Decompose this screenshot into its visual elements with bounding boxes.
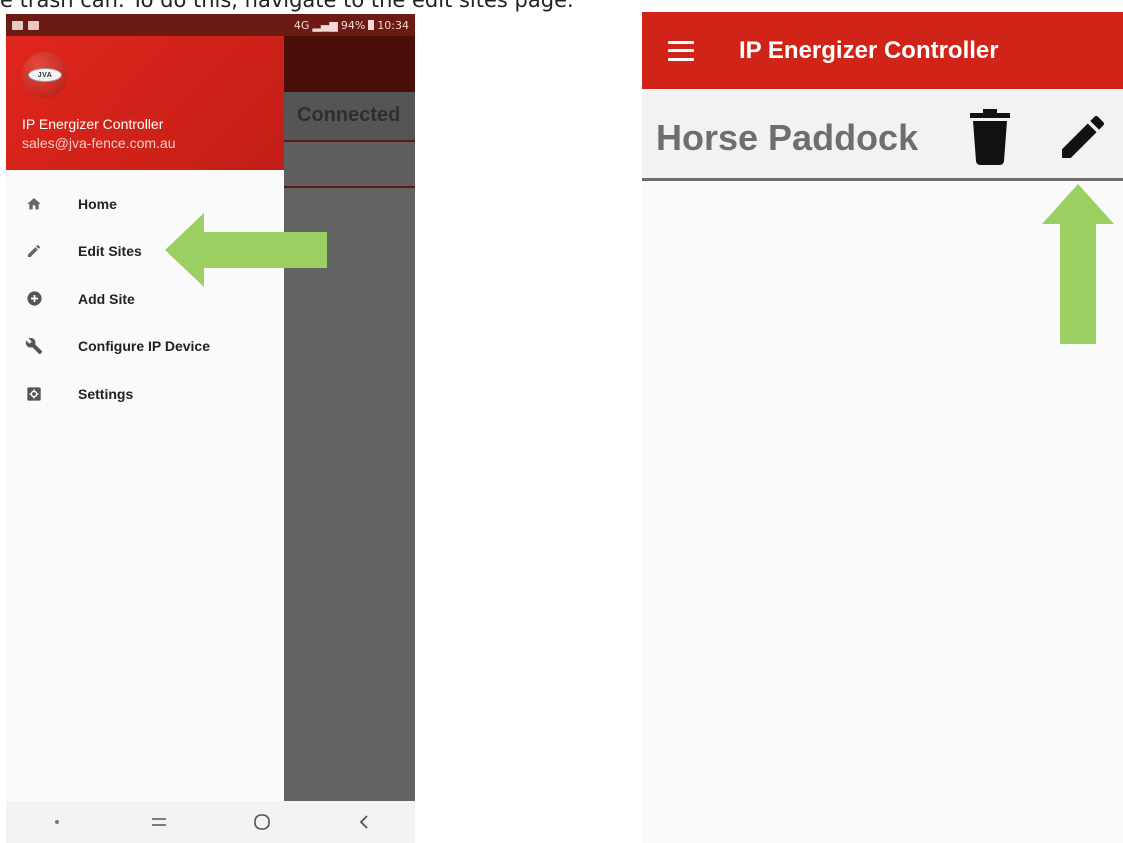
site-list-item[interactable]: Horse Paddock xyxy=(642,89,1123,181)
connected-label: Connected xyxy=(297,104,401,126)
image-notification-icon xyxy=(28,20,39,30)
jva-logo-mark: JVA xyxy=(28,68,62,82)
menu-item-label: Configure IP Device xyxy=(78,338,211,355)
edit-site-button[interactable] xyxy=(1053,109,1113,165)
pencil-icon xyxy=(1062,115,1105,158)
android-nav-bar xyxy=(6,801,415,843)
home-icon xyxy=(24,194,44,214)
delete-site-button[interactable] xyxy=(967,109,1013,165)
site-name: Horse Paddock xyxy=(656,117,919,158)
signal-label: 4G xyxy=(293,18,310,32)
menu-item-settings[interactable]: Settings xyxy=(6,370,284,418)
app-toolbar: IP Energizer Controller xyxy=(642,12,1123,89)
green-arrow-pointing-left xyxy=(165,213,327,287)
trash-icon xyxy=(970,109,1010,165)
clock: 10:34 xyxy=(377,18,409,32)
wrench-icon xyxy=(24,336,44,356)
left-phone-screenshot: 4G ▂▄▆ 94% 10:34 Connected JVA IP Energi… xyxy=(6,14,415,843)
background-status-row: Connected xyxy=(284,92,415,142)
menu-item-configure-ip-device[interactable]: Configure IP Device xyxy=(6,323,284,371)
drawer-header: JVA IP Energizer Controller sales@jva-fe… xyxy=(6,36,284,170)
nav-home-button[interactable] xyxy=(232,801,292,843)
menu-item-label: Add Site xyxy=(78,290,135,307)
pencil-icon xyxy=(24,241,44,261)
status-bar: 4G ▂▄▆ 94% 10:34 xyxy=(6,14,415,36)
toolbar-title: IP Energizer Controller xyxy=(739,36,999,64)
battery-icon xyxy=(368,20,375,30)
gallery-notification-icon xyxy=(12,20,23,30)
jva-logo: JVA xyxy=(22,52,68,98)
menu-item-label: Settings xyxy=(78,385,134,402)
settings-icon xyxy=(24,384,44,404)
background-list-row xyxy=(284,142,415,188)
menu-item-label: Edit Sites xyxy=(78,243,142,260)
plus-circle-icon xyxy=(24,289,44,309)
drawer-app-name: IP Energizer Controller xyxy=(22,116,164,132)
nav-recents-button[interactable] xyxy=(129,801,189,843)
signal-icon: ▂▄▆ xyxy=(312,18,338,32)
right-phone-screenshot: IP Energizer Controller Horse Paddock xyxy=(642,12,1123,843)
nav-back-button[interactable] xyxy=(334,801,394,843)
battery-percent: 94% xyxy=(340,18,366,32)
nav-dot-button[interactable] xyxy=(27,801,87,843)
background-toolbar xyxy=(284,36,415,92)
green-arrow-pointing-up xyxy=(1042,184,1114,344)
navigation-drawer: JVA IP Energizer Controller sales@jva-fe… xyxy=(6,36,284,801)
drawer-menu: Home Edit Sites Add Site Configure IP De… xyxy=(6,170,284,418)
menu-icon[interactable] xyxy=(668,40,694,61)
menu-item-label: Home xyxy=(78,195,117,212)
drawer-email: sales@jva-fence.com.au xyxy=(22,135,176,151)
